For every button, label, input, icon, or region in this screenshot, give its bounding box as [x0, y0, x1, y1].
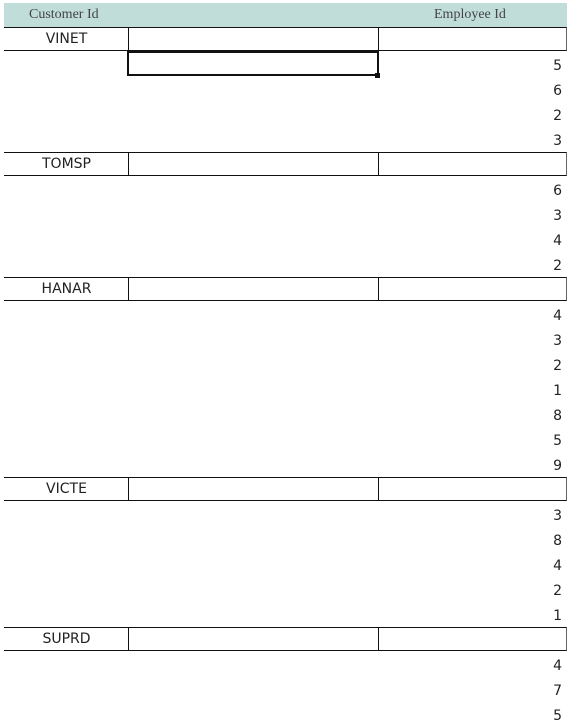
group-header-row: HANAR: [0, 277, 578, 302]
empty-cell[interactable]: [378, 627, 567, 651]
employee-id-cell[interactable]: 6: [553, 83, 562, 99]
empty-cell[interactable]: [378, 152, 567, 176]
detail-row: 4: [0, 652, 578, 677]
employee-id-cell[interactable]: 8: [553, 408, 562, 424]
employee-id-cell[interactable]: 4: [553, 233, 562, 249]
employee-id-cell[interactable]: 8: [553, 533, 562, 549]
employee-id-cell[interactable]: 2: [553, 358, 562, 374]
empty-cell[interactable]: [378, 27, 567, 51]
detail-row: 3: [0, 502, 578, 527]
detail-row: 4: [0, 227, 578, 252]
customer-id-cell[interactable]: SUPRD: [4, 627, 129, 651]
customer-id-header: Customer Id: [29, 7, 99, 22]
selected-cell[interactable]: [127, 51, 379, 76]
employee-id-cell[interactable]: 1: [553, 383, 562, 399]
detail-row: 8: [0, 402, 578, 427]
detail-row: 4: [0, 302, 578, 327]
employee-id-cell[interactable]: 3: [553, 208, 562, 224]
employee-id-cell[interactable]: 3: [553, 508, 562, 524]
empty-cell[interactable]: [378, 477, 567, 501]
employee-id-cell[interactable]: 6: [553, 183, 562, 199]
report-body: VINET 5 6 2 3 TOMSP 6 3 4 2 HANAR 4 3 2 1 8 5 9 VICTE 3 8 4 2 1…: [0, 27, 578, 727]
customer-id-cell[interactable]: VICTE: [4, 477, 129, 501]
employee-id-cell[interactable]: 1: [553, 608, 562, 624]
detail-row: 2: [0, 352, 578, 377]
employee-id-cell[interactable]: 2: [553, 108, 562, 124]
employee-id-cell[interactable]: 4: [553, 558, 562, 574]
detail-row: 4: [0, 552, 578, 577]
detail-row: 5: [0, 427, 578, 452]
detail-row: 9: [0, 452, 578, 477]
detail-row: 5: [0, 702, 578, 727]
empty-cell[interactable]: [128, 477, 379, 501]
employee-id-cell[interactable]: 9: [553, 458, 562, 474]
employee-id-cell[interactable]: 7: [553, 683, 562, 699]
detail-row: 2: [0, 577, 578, 602]
detail-row: 8: [0, 527, 578, 552]
empty-cell[interactable]: [128, 627, 379, 651]
detail-row: 1: [0, 377, 578, 402]
empty-cell[interactable]: [378, 277, 567, 301]
fill-handle[interactable]: [375, 73, 380, 78]
customer-id-cell[interactable]: TOMSP: [4, 152, 129, 176]
detail-row: 7: [0, 677, 578, 702]
empty-cell[interactable]: [128, 277, 379, 301]
employee-id-cell[interactable]: 3: [553, 133, 562, 149]
detail-row: 6: [0, 77, 578, 102]
group-header-row: VINET: [0, 27, 578, 52]
employee-id-cell[interactable]: 2: [553, 583, 562, 599]
employee-id-cell[interactable]: 5: [553, 708, 562, 724]
employee-id-header: Employee Id: [434, 7, 506, 22]
group-header-row: SUPRD: [0, 627, 578, 652]
employee-id-cell[interactable]: 5: [553, 433, 562, 449]
detail-row: 1: [0, 602, 578, 627]
detail-row: 3: [0, 202, 578, 227]
customer-id-cell[interactable]: VINET: [4, 27, 129, 51]
group-header-row: TOMSP: [0, 152, 578, 177]
detail-row: 2: [0, 102, 578, 127]
employee-id-cell[interactable]: 2: [553, 258, 562, 274]
employee-id-cell[interactable]: 5: [553, 58, 562, 74]
empty-cell[interactable]: [128, 152, 379, 176]
empty-cell[interactable]: [128, 27, 379, 51]
employee-id-cell[interactable]: 3: [553, 333, 562, 349]
detail-row: 2: [0, 252, 578, 277]
employee-id-cell[interactable]: 4: [553, 308, 562, 324]
group-header-row: VICTE: [0, 477, 578, 502]
detail-row: 6: [0, 177, 578, 202]
detail-row: 3: [0, 327, 578, 352]
customer-id-cell[interactable]: HANAR: [4, 277, 129, 301]
employee-id-cell[interactable]: 4: [553, 658, 562, 674]
column-header-row: Customer Id Employee Id: [4, 3, 567, 27]
detail-row: 3: [0, 127, 578, 152]
